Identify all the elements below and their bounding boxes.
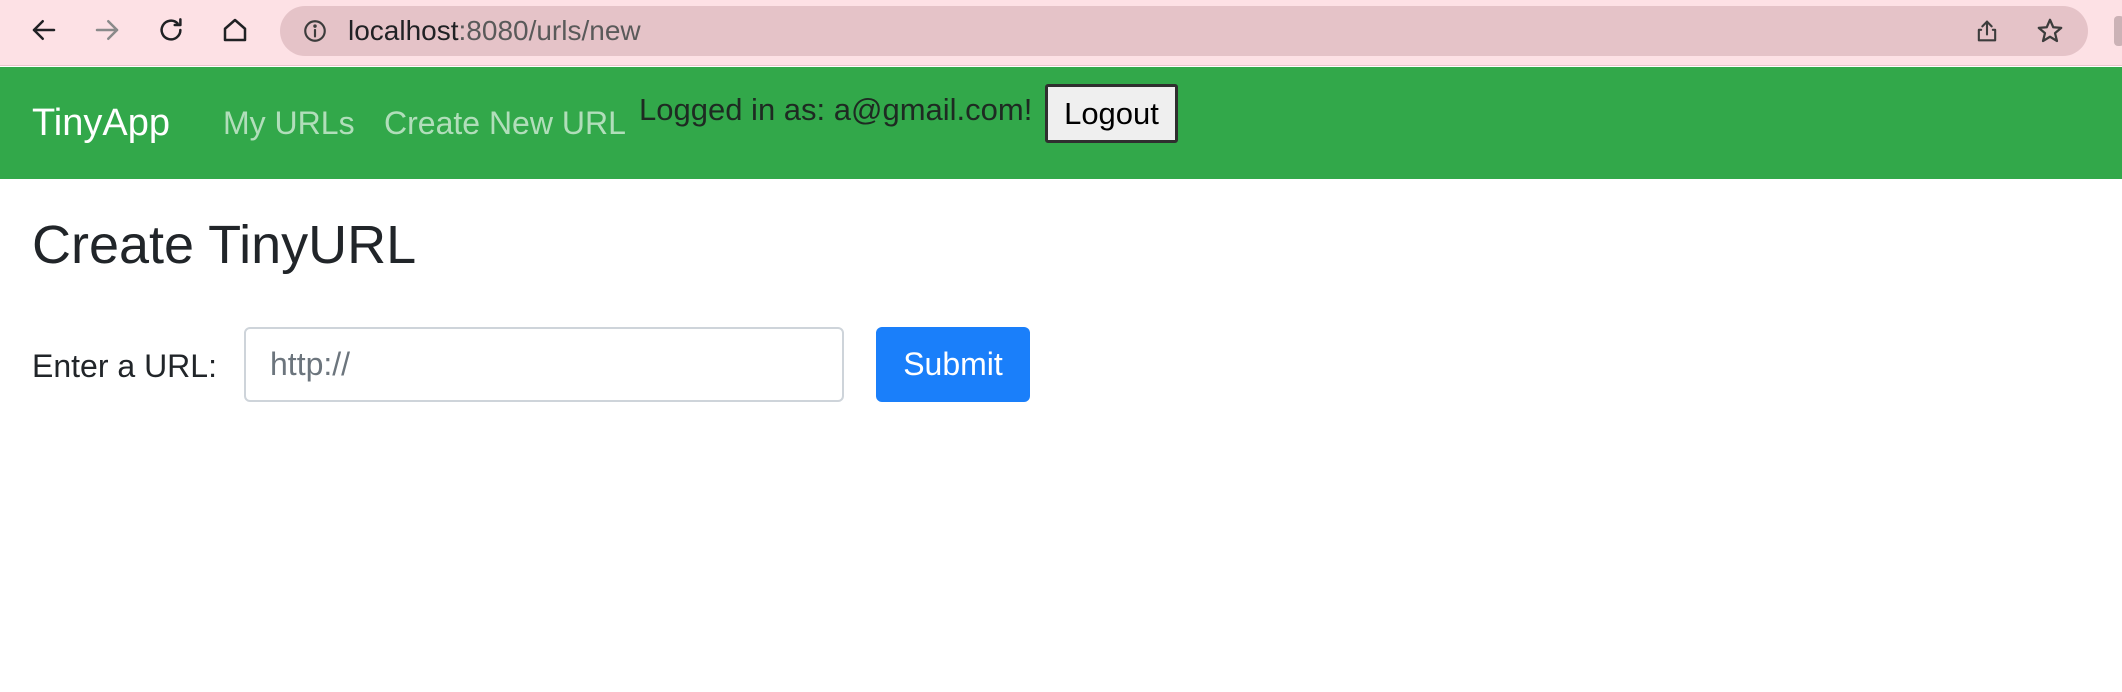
address-url[interactable]: localhost:8080/urls/new	[348, 6, 641, 56]
reload-button[interactable]	[154, 13, 188, 47]
reload-icon	[160, 18, 182, 41]
url-field-label: Enter a URL:	[32, 348, 217, 384]
brand-link[interactable]: TinyApp	[32, 67, 170, 179]
app-navbar: TinyApp My URLs Create New URL Logged in…	[0, 67, 2122, 179]
login-status: Logged in as: a@gmail.com!	[639, 92, 1033, 127]
side-panel-edge	[2114, 16, 2122, 46]
arrow-left-icon	[32, 20, 56, 40]
share-icon[interactable]	[1973, 17, 2001, 45]
address-bar[interactable]: localhost:8080/urls/new	[280, 6, 2088, 56]
logout-button[interactable]: Logout	[1045, 84, 1178, 143]
submit-button[interactable]: Submit	[876, 327, 1030, 402]
star-icon[interactable]	[2035, 16, 2065, 46]
info-circle-icon[interactable]	[302, 18, 328, 44]
url-host: localhost	[348, 15, 459, 46]
url-path: :8080/urls/new	[458, 15, 641, 46]
nav-link-my-urls[interactable]: My URLs	[223, 67, 355, 179]
url-input[interactable]	[244, 327, 844, 402]
arrow-right-icon	[95, 20, 119, 40]
browser-toolbar: localhost:8080/urls/new	[0, 0, 2122, 66]
forward-button[interactable]	[90, 13, 124, 47]
home-button[interactable]	[218, 13, 252, 47]
back-button[interactable]	[27, 13, 61, 47]
page-title: Create TinyURL	[32, 215, 417, 275]
nav-link-create-new-url[interactable]: Create New URL	[384, 67, 626, 179]
home-icon	[223, 18, 247, 42]
